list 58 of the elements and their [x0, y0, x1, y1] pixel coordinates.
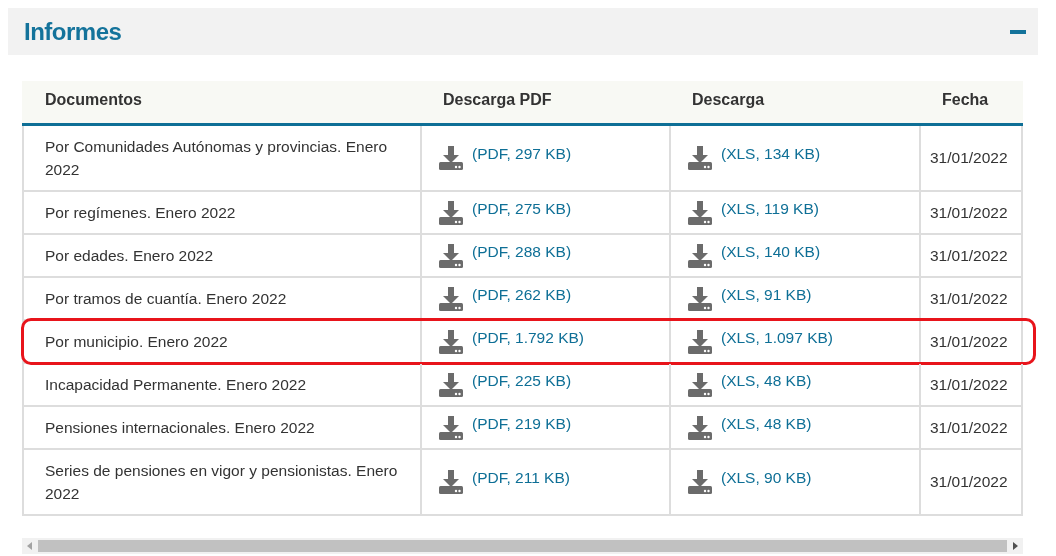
download-icon	[438, 145, 464, 171]
table-cell: Por regímenes. Enero 2022	[24, 192, 422, 233]
table-cell-text: 31/01/2022	[929, 148, 1009, 169]
table-cell: Por Comunidades Autónomas y provincias. Enero 2022	[24, 126, 422, 190]
download-icon	[438, 199, 464, 226]
scroll-right-icon[interactable]	[1011, 542, 1019, 550]
download-link[interactable]: (PDF, 219 KB)	[472, 411, 572, 436]
table-cell-text: 31/01/2022	[929, 374, 1009, 395]
table-cell: Pensiones internacionales. Enero 2022	[24, 407, 422, 448]
download-icon	[687, 371, 713, 398]
download-icon	[438, 414, 464, 441]
download-icon	[687, 328, 713, 355]
download-link[interactable]: (XLS, 48 KB)	[721, 411, 812, 436]
download-icon	[438, 242, 464, 269]
download-icon	[438, 285, 464, 312]
download-link[interactable]: (XLS, 1.097 KB)	[721, 325, 833, 350]
download-icon	[687, 414, 713, 441]
panel-header[interactable]: Informes	[8, 8, 1038, 55]
download-link[interactable]: (PDF, 1.792 KB)	[472, 325, 584, 350]
download-link[interactable]: (XLS, 90 KB)	[721, 466, 812, 490]
table-cell-text: 31/01/2022	[929, 331, 1009, 352]
download-icon	[438, 371, 464, 398]
download-icon	[438, 469, 464, 495]
table-cell: Series de pensiones en vigor y pensionistas. Enero 2022	[24, 450, 422, 514]
download-link[interactable]: (PDF, 225 KB)	[472, 368, 572, 393]
download-icon	[438, 328, 464, 355]
download-icon	[687, 469, 713, 495]
download-link[interactable]: (PDF, 297 KB)	[472, 142, 572, 166]
download-link[interactable]: (XLS, 119 KB)	[721, 196, 819, 221]
table-cell-text: 31/01/2022	[929, 245, 1009, 266]
scroll-left-icon[interactable]	[26, 542, 34, 550]
download-icon	[687, 242, 713, 269]
table-cell-text: 31/01/2022	[929, 417, 1009, 438]
download-link[interactable]: (PDF, 275 KB)	[472, 196, 572, 221]
download-link[interactable]: (PDF, 288 KB)	[472, 239, 572, 264]
table-cell-text: 31/01/2022	[929, 202, 1009, 223]
table-cell: Incapacidad Permanente. Enero 2022	[24, 364, 422, 405]
table-cell-text: 31/01/2022	[929, 288, 1009, 309]
download-link[interactable]: (PDF, 262 KB)	[472, 282, 572, 307]
column-header: Descarga PDF	[442, 90, 553, 110]
column-header: Descarga	[691, 90, 766, 110]
download-icon	[687, 285, 713, 312]
table-cell: Por edades. Enero 2022	[24, 235, 422, 276]
download-link[interactable]: (XLS, 91 KB)	[721, 282, 812, 307]
horizontal-scrollbar[interactable]	[22, 538, 1023, 554]
column-header: Documentos	[44, 90, 143, 110]
download-link[interactable]: (XLS, 134 KB)	[721, 142, 821, 166]
download-link[interactable]: (XLS, 140 KB)	[721, 239, 821, 264]
panel-title: Informes	[24, 16, 122, 47]
scrollbar-thumb[interactable]	[38, 540, 1007, 552]
table-cell-text: 31/01/2022	[929, 472, 1009, 493]
table-cell: Por tramos de cuantía. Enero 2022	[24, 278, 422, 319]
download-icon	[687, 145, 713, 171]
column-header: Fecha	[941, 90, 990, 110]
download-link[interactable]: (XLS, 48 KB)	[721, 368, 812, 393]
download-link[interactable]: (PDF, 211 KB)	[472, 466, 570, 490]
table-cell: Por municipio. Enero 2022	[24, 321, 422, 362]
download-icon	[687, 199, 713, 226]
